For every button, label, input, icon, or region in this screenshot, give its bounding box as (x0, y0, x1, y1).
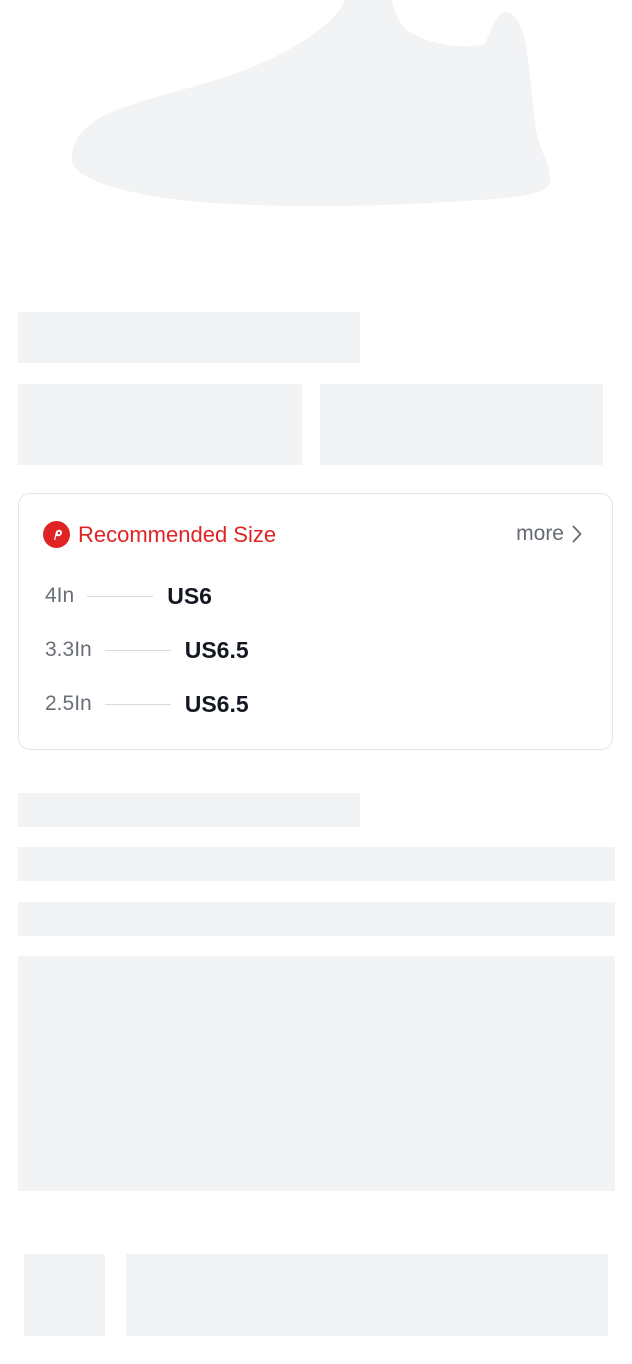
recommended-us-size: US6 (167, 583, 212, 609)
location-pin-icon (43, 521, 70, 548)
size-row: 2.5In US6.5 (45, 691, 249, 717)
foot-measure: 4In (45, 584, 75, 607)
option-skeleton-right[interactable] (320, 384, 603, 465)
primary-button-skeleton[interactable] (126, 1254, 608, 1336)
icon-button-skeleton[interactable] (24, 1254, 105, 1336)
chevron-right-icon (572, 525, 582, 543)
foot-measure: 3.3In (45, 638, 92, 661)
size-row: 4In US6 (45, 583, 212, 609)
content-block-skeleton (18, 956, 615, 1191)
text-line-skeleton (18, 902, 615, 936)
recommended-size-title: Recommended Size (78, 521, 277, 547)
row-connector (104, 703, 171, 705)
option-skeleton-left[interactable] (18, 384, 302, 465)
more-link[interactable]: more (516, 521, 582, 547)
section-title-skeleton (18, 793, 360, 827)
recommended-size-card: Recommended Size more 4In US6 3.3In US6.… (18, 493, 613, 750)
sneaker-placeholder-icon (71, 0, 551, 207)
recommended-us-size: US6.5 (184, 691, 249, 717)
text-line-skeleton (18, 847, 615, 881)
title-skeleton (18, 312, 360, 363)
foot-measure: 2.5In (45, 692, 92, 715)
row-connector (87, 595, 154, 597)
recommended-us-size: US6.5 (184, 637, 249, 663)
recommended-size-header: Recommended Size (43, 521, 276, 548)
row-connector (104, 649, 171, 651)
size-row: 3.3In US6.5 (45, 637, 249, 663)
more-label: more (516, 522, 564, 545)
